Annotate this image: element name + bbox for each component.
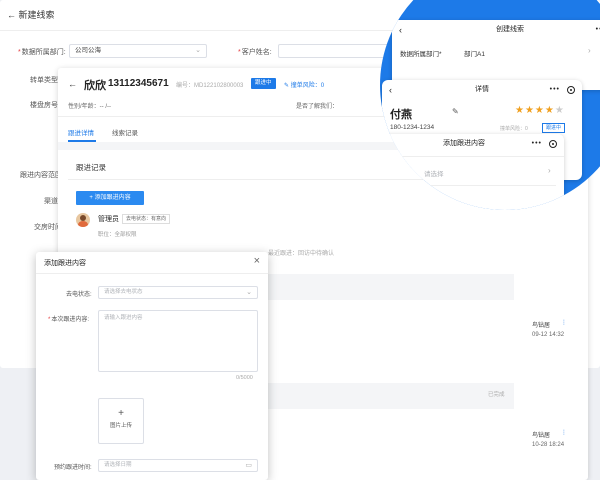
mobile-lead-phone: 180-1234-1234: [390, 124, 435, 131]
know-us-label: 是否了解我们：: [296, 104, 339, 110]
follow-content-textarea[interactable]: 请输入跟进内容: [98, 310, 258, 372]
transfer-type-label: 转单类型:: [30, 77, 60, 84]
follow-content-label: *本次跟进内容:: [48, 317, 90, 323]
call-status-tag: 去电状态：有意向: [122, 214, 171, 224]
chevron-down-icon: ⌄: [246, 289, 252, 296]
mobile-lead-name: 付燕: [390, 109, 412, 121]
lead-name: 欣欣: [84, 80, 106, 92]
chevron-down-icon: ⌄: [195, 47, 201, 54]
rating-stars: ★★★★★: [515, 105, 565, 116]
risk-indicator: ✎ 撞单风险：0: [284, 83, 325, 89]
page-title[interactable]: ← 新建线索: [7, 8, 55, 21]
more-icon[interactable]: ⋮: [561, 319, 567, 326]
mobile-add-follow-screen: ‹ 添加跟进内容 ••• 去电状态 请选择 › 跟进内容: [380, 134, 564, 210]
calendar-icon: ▭: [245, 462, 252, 469]
chevron-right-icon: ›: [588, 46, 591, 55]
customer-name-input[interactable]: [278, 44, 398, 58]
close-icon[interactable]: ×: [254, 255, 260, 267]
entry-time: 09-12 14:32: [532, 332, 565, 338]
done-tag: 已完成: [488, 392, 505, 398]
mobile-header: ‹ 详情 •••: [382, 80, 582, 100]
call-status-label: 去电状态:: [66, 292, 92, 298]
mobile-dept-value[interactable]: 部门A1: [464, 48, 485, 58]
section-title: 跟进记录: [76, 163, 106, 172]
more-dots-icon[interactable]: •••: [596, 20, 600, 40]
image-upload-button[interactable]: + 图片上传: [98, 398, 144, 444]
entry-user: 鸟钻居: [532, 433, 551, 439]
follow-content-block: [268, 274, 514, 300]
latest-follow-note: 最近跟进：回访中待确认: [268, 251, 335, 257]
manager-name: 管理员: [98, 216, 119, 223]
status-badge: 跟进中: [251, 78, 276, 89]
source-dept-select[interactable]: 公司公海 ⌄: [69, 44, 207, 58]
mobile-preview-circle: ‹ 创建线索 ••• 数据所属部门* 部门A1 › ‹ 详情 ••• 付燕 ✎ …: [380, 0, 600, 210]
more-dots-icon[interactable]: •••: [550, 80, 560, 100]
plus-icon: +: [89, 195, 93, 201]
divider: [380, 185, 556, 186]
gender-age: 性别/年龄：-- /--: [68, 104, 111, 110]
pencil-icon[interactable]: ✎: [452, 107, 459, 116]
lead-code: 编号：MD122102800003: [176, 83, 244, 89]
call-status-select[interactable]: 请选择去电状态 ⌄: [98, 286, 258, 299]
customer-name-label: *客户姓名:: [238, 49, 272, 56]
avatar: [76, 213, 90, 227]
target-icon[interactable]: [549, 140, 557, 148]
divider: [380, 156, 564, 157]
lead-phone: 13112345671: [108, 78, 169, 89]
tab-lead-records[interactable]: 线索记录: [112, 127, 138, 137]
more-dots-icon[interactable]: •••: [532, 134, 542, 154]
add-follow-button[interactable]: + 添加跟进内容: [76, 191, 144, 205]
tab-follow-detail[interactable]: 跟进详情: [68, 127, 94, 137]
mobile-risk: 撞单风险：0: [500, 126, 528, 132]
back-icon[interactable]: ‹: [389, 80, 392, 100]
add-follow-modal: 添加跟进内容 × 去电状态: 请选择去电状态 ⌄ *本次跟进内容: 请输入跟进内容…: [36, 252, 268, 480]
mobile-status-badge: 跟进中: [542, 123, 566, 133]
entry-user: 鸟钻居: [532, 323, 551, 329]
pencil-icon: ✎: [284, 83, 290, 89]
manager-position: 职位：全部权限: [98, 232, 137, 238]
back-arrow-icon[interactable]: ←: [7, 10, 16, 20]
appointment-time-label: 预约跟进时间:: [54, 465, 92, 471]
plus-icon: +: [118, 408, 124, 419]
mobile-header: ‹ 添加跟进内容 •••: [380, 134, 564, 154]
divider: [36, 273, 268, 274]
building-number-label: 楼盘房号:: [30, 102, 60, 109]
more-icon[interactable]: ⋮: [561, 429, 567, 436]
mobile-header: ‹ 创建线索 •••: [392, 20, 600, 40]
modal-title: 添加跟进内容: [44, 260, 86, 267]
char-counter: 0/5000: [236, 375, 253, 381]
back-arrow-icon[interactable]: ←: [68, 79, 77, 89]
target-icon[interactable]: [567, 86, 575, 94]
source-dept-label: *数据所属部门:: [18, 49, 66, 56]
entry-time: 10-28 18:24: [532, 442, 565, 448]
mobile-call-status-label: 去电状态: [380, 171, 398, 178]
mobile-dept-label: 数据所属部门*: [400, 51, 442, 58]
mobile-follow-content-label: 跟进内容: [380, 199, 398, 206]
mobile-call-status-select[interactable]: 请选择: [424, 168, 444, 178]
appointment-date-input[interactable]: 请选择日期 ▭: [98, 459, 258, 472]
follow-content-block: [268, 383, 514, 409]
chevron-right-icon: ›: [548, 166, 551, 175]
back-icon[interactable]: ‹: [399, 20, 402, 40]
